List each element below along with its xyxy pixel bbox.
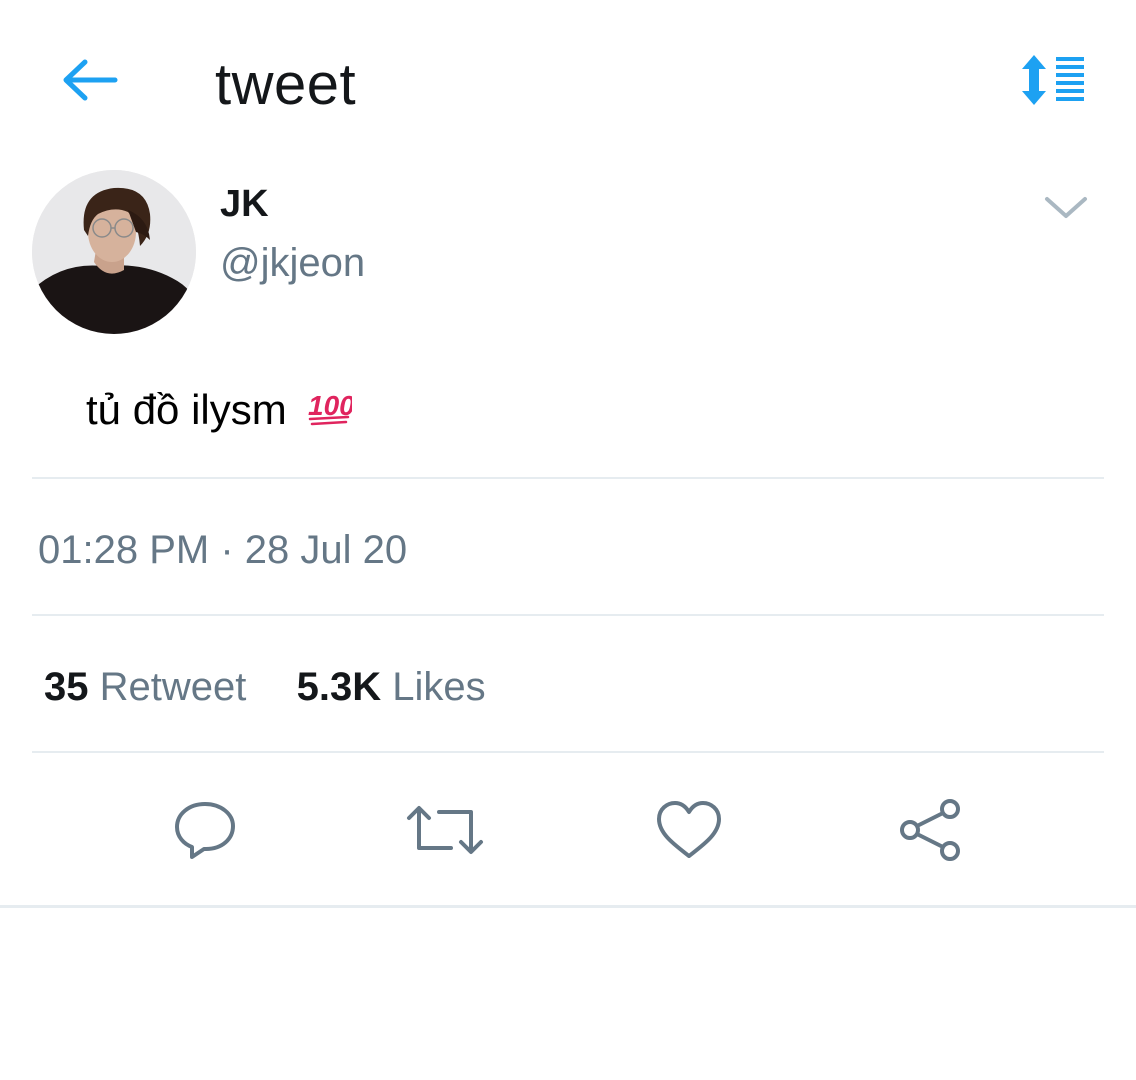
top-bar: tweet [0,0,1136,170]
avatar[interactable] [32,170,196,334]
share-icon [895,797,965,868]
divider [32,477,1104,479]
likes-stat[interactable]: 5.3K Likes [297,665,486,709]
reply-icon [172,799,238,866]
retweet-icon [405,800,485,865]
heart-icon [655,799,723,866]
likes-count: 5.3K [296,665,382,709]
sort-button[interactable] [1014,52,1094,112]
arrow-left-icon [59,57,119,108]
display-name[interactable]: JK [220,182,269,226]
bottom-divider [0,905,1136,908]
sort-list-icon [1020,53,1088,112]
retweet-button[interactable] [405,792,485,872]
divider [32,614,1104,616]
like-button[interactable] [649,792,729,872]
user-handle[interactable]: @jkjeon [220,238,365,288]
tweet-text: tủ đồ ilysm [86,386,287,433]
hundred-points-icon: 100 [306,383,356,443]
reply-button[interactable] [165,792,245,872]
tweet-menu-button[interactable] [1036,185,1096,235]
tweet-stats: 35 Retweet 5.3K Likes [44,660,486,714]
page-title: tweet [215,52,357,117]
share-button[interactable] [890,792,970,872]
retweets-label: Retweet [99,665,247,709]
tweet-timestamp: 01:28 PM · 28 Jul 20 [38,528,408,572]
chevron-down-icon [1044,195,1088,226]
tweet-body: tủ đồ ilysm 100 [86,380,356,443]
retweets-stat[interactable]: 35 Retweet [44,665,258,709]
retweets-count: 35 [44,665,89,709]
tweet-actions [0,780,1136,880]
likes-label: Likes [392,665,486,709]
back-button[interactable] [56,52,122,112]
divider [32,751,1104,753]
